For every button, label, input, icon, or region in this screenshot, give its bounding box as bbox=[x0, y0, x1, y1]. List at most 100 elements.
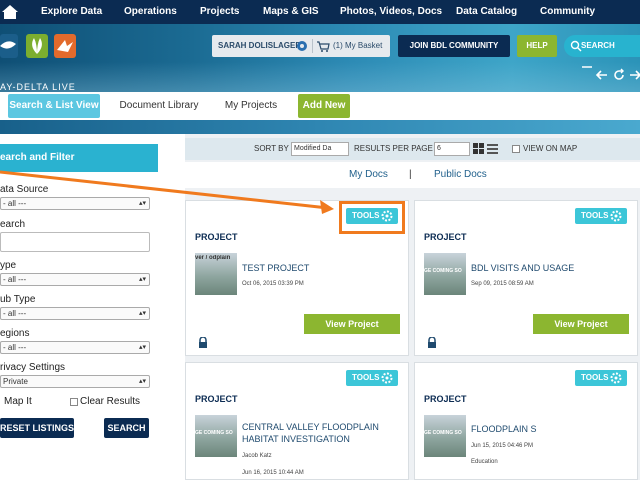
annotation-arrow bbox=[0, 170, 334, 214]
logo-bird-icon bbox=[54, 34, 76, 58]
basket-icon[interactable] bbox=[316, 39, 330, 53]
sub-type-value: - all --- bbox=[3, 309, 27, 318]
thumbnail-text: GE COMING SO bbox=[424, 430, 462, 436]
thumbnail-text: ver / odplain bbox=[195, 255, 231, 261]
project-title[interactable]: FLOODPLAIN S bbox=[471, 423, 631, 435]
tools-label: TOOLS bbox=[352, 373, 380, 382]
project-thumbnail[interactable]: GE COMING SO bbox=[195, 415, 237, 457]
select-arrows-icon: ▴▾ bbox=[138, 310, 146, 317]
map-it-checkbox-label[interactable]: Map It bbox=[4, 396, 32, 407]
back-arrow-icon[interactable] bbox=[595, 68, 609, 82]
tools-button[interactable]: TOOLS bbox=[346, 370, 398, 386]
tab-public-docs[interactable]: Public Docs bbox=[434, 162, 487, 188]
sub-type-select[interactable]: - all --- ▴▾ bbox=[0, 307, 150, 320]
gear-icon bbox=[381, 372, 393, 384]
select-arrows-icon: ▴▾ bbox=[138, 378, 146, 385]
home-icon[interactable] bbox=[0, 2, 20, 22]
project-category: Education bbox=[471, 459, 498, 465]
card-type: PROJECT bbox=[195, 394, 238, 404]
view-on-map-checkbox[interactable] bbox=[512, 145, 520, 153]
minimize-icon[interactable] bbox=[580, 60, 594, 74]
banner-strip bbox=[0, 120, 640, 134]
clear-results-label[interactable]: Clear Results bbox=[80, 396, 140, 407]
lock-icon bbox=[428, 337, 436, 348]
view-project-button[interactable]: View Project bbox=[533, 314, 629, 334]
tools-label: TOOLS bbox=[581, 211, 609, 220]
privacy-settings-value: Private bbox=[3, 377, 28, 386]
regions-label: egions bbox=[0, 328, 30, 339]
nav-photos-videos-docs[interactable]: Photos, Videos, Docs bbox=[340, 0, 442, 24]
project-card: TOOLS PROJECT GE COMING SO BDL VISITS AN… bbox=[414, 200, 638, 356]
top-nav: Explore Data Operations Projects Maps & … bbox=[0, 0, 640, 24]
results-per-page-label: RESULTS PER PAGE bbox=[354, 144, 433, 153]
thumbnail-text: GE COMING SO bbox=[195, 430, 233, 436]
select-arrows-icon: ▴▾ bbox=[138, 276, 146, 283]
user-account-box[interactable]: SARAH DOLISLAGER (1) My Basket bbox=[212, 35, 390, 57]
clear-results-checkbox[interactable] bbox=[70, 398, 78, 406]
refresh-icon[interactable] bbox=[612, 68, 626, 82]
help-button[interactable]: HELP bbox=[517, 35, 557, 57]
gear-icon bbox=[610, 210, 622, 222]
search-button[interactable]: SEARCH bbox=[104, 418, 149, 438]
project-date: Oct 06, 2015 03:39 PM bbox=[242, 281, 304, 287]
list-view-icon[interactable] bbox=[487, 143, 498, 154]
tools-label: TOOLS bbox=[581, 373, 609, 382]
global-search-field[interactable]: SEARCH bbox=[564, 35, 640, 57]
tab-search-list-view[interactable]: Search & List View bbox=[8, 94, 100, 118]
logo-leaf-icon bbox=[26, 34, 48, 58]
view-on-map-label[interactable]: VIEW ON MAP bbox=[523, 138, 577, 160]
add-new-button[interactable]: Add New bbox=[298, 94, 350, 118]
project-title[interactable]: BDL VISITS AND USAGE bbox=[471, 262, 631, 274]
nav-data-catalog[interactable]: Data Catalog bbox=[456, 0, 517, 24]
type-label: ype bbox=[0, 260, 17, 271]
nav-operations[interactable]: Operations bbox=[124, 0, 177, 24]
reset-listings-button[interactable]: RESET LISTINGS bbox=[0, 418, 74, 438]
tools-button[interactable]: TOOLS bbox=[575, 208, 627, 224]
nav-maps-gis[interactable]: Maps & GIS bbox=[263, 0, 319, 24]
tab-my-projects[interactable]: My Projects bbox=[218, 94, 284, 118]
regions-value: - all --- bbox=[3, 343, 27, 352]
join-community-button[interactable]: JOIN BDL COMMUNITY bbox=[398, 35, 510, 57]
lock-icon bbox=[199, 337, 207, 348]
thumbnail-text: GE COMING SO bbox=[424, 268, 462, 274]
user-name[interactable]: SARAH DOLISLAGER bbox=[218, 35, 301, 57]
select-arrows-icon: ▴▾ bbox=[138, 344, 146, 351]
nav-community[interactable]: Community bbox=[540, 0, 595, 24]
project-title[interactable]: TEST PROJECT bbox=[242, 262, 402, 274]
banner-wave bbox=[0, 62, 640, 92]
card-type: PROJECT bbox=[424, 232, 467, 242]
project-card: TOOLS PROJECT GE COMING SO CENTRAL VALLE… bbox=[185, 362, 409, 480]
header-banner: AY-DELTA LIVE SARAH DOLISLAGER (1) My Ba… bbox=[0, 24, 640, 92]
project-thumbnail[interactable]: GE COMING SO bbox=[424, 253, 466, 295]
divider bbox=[312, 39, 313, 53]
type-value: - all --- bbox=[3, 275, 27, 284]
card-type: PROJECT bbox=[424, 394, 467, 404]
project-date: Jun 15, 2015 04:46 PM bbox=[471, 443, 534, 449]
project-title[interactable]: CENTRAL VALLEY FLOODPLAIN HABITAT INVEST… bbox=[242, 421, 402, 445]
tools-button[interactable]: TOOLS bbox=[575, 370, 627, 386]
results-per-page-select[interactable]: 6 bbox=[434, 142, 470, 156]
grid-view-icon[interactable] bbox=[473, 143, 484, 154]
type-select[interactable]: - all --- ▴▾ bbox=[0, 273, 150, 286]
card-type: PROJECT bbox=[195, 232, 238, 242]
gear-icon bbox=[610, 372, 622, 384]
search-input[interactable] bbox=[0, 232, 150, 252]
basket-link[interactable]: (1) My Basket bbox=[333, 35, 382, 57]
annotation-highlight-box bbox=[339, 201, 405, 234]
view-project-button[interactable]: View Project bbox=[304, 314, 400, 334]
project-thumbnail[interactable]: ver / odplain bbox=[195, 253, 237, 295]
logo-text: AY-DELTA LIVE bbox=[0, 82, 76, 92]
nav-projects[interactable]: Projects bbox=[200, 0, 239, 24]
privacy-settings-select[interactable]: Private ▴▾ bbox=[0, 375, 150, 388]
regions-select[interactable]: - all --- ▴▾ bbox=[0, 341, 150, 354]
forward-arrow-icon[interactable] bbox=[628, 68, 640, 82]
nav-explore-data[interactable]: Explore Data bbox=[41, 0, 102, 24]
project-card: TOOLS PROJECT GE COMING SO FLOODPLAIN S … bbox=[414, 362, 638, 480]
project-date: Jun 16, 2015 10:44 AM bbox=[242, 470, 304, 476]
project-date: Sep 09, 2015 08:59 AM bbox=[471, 281, 534, 287]
privacy-settings-label: rivacy Settings bbox=[0, 362, 66, 373]
search-placeholder: SEARCH bbox=[581, 41, 615, 50]
tab-document-library[interactable]: Document Library bbox=[112, 94, 206, 118]
settings-gear-icon[interactable] bbox=[296, 40, 308, 52]
project-thumbnail[interactable]: GE COMING SO bbox=[424, 415, 466, 457]
